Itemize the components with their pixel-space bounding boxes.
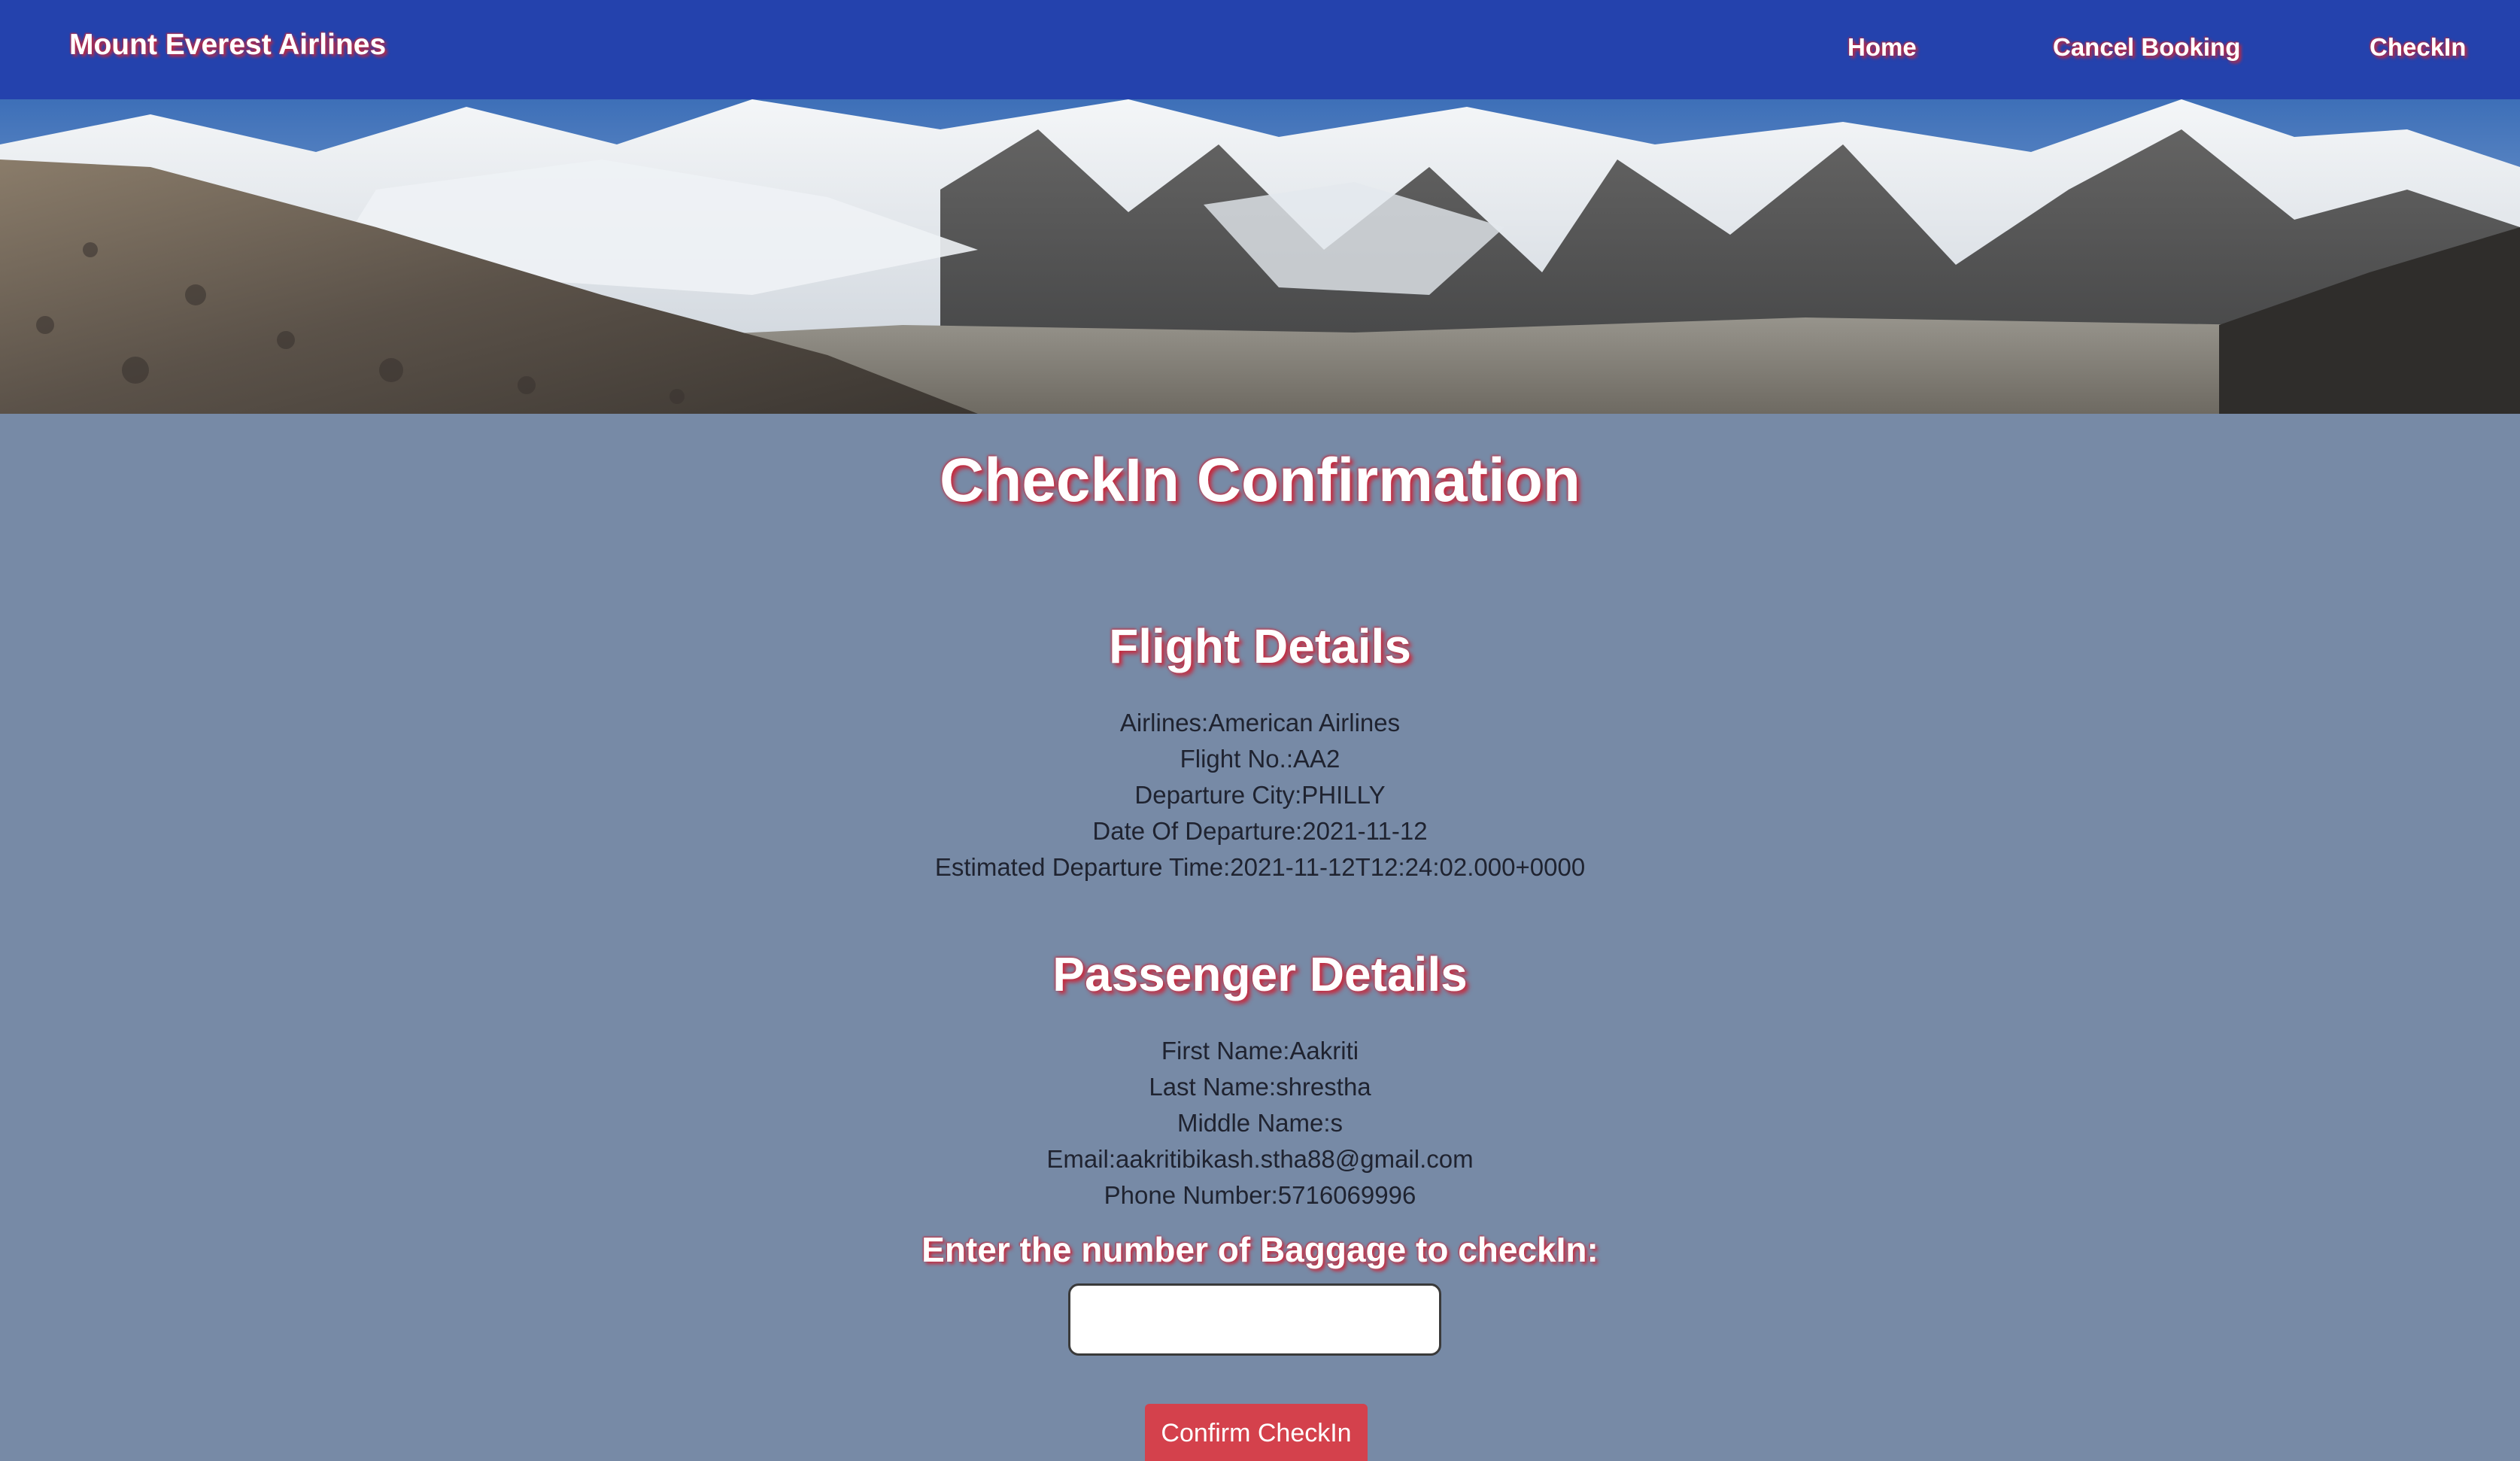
passenger-phone-line: Phone Number:5716069996 bbox=[1104, 1181, 1416, 1209]
passenger-middle-name-line: Middle Name:s bbox=[1177, 1109, 1343, 1137]
passenger-email-line: Email:aakritibikash.stha88@gmail.com bbox=[1046, 1145, 1474, 1173]
flight-departure-city-line: Departure City:PHILLY bbox=[1134, 781, 1386, 809]
flight-number-line: Flight No.:AA2 bbox=[1180, 745, 1340, 773]
confirm-checkin-button[interactable]: Confirm CheckIn bbox=[1145, 1404, 1368, 1461]
page-title: CheckIn Confirmation bbox=[940, 446, 1580, 515]
baggage-count-input[interactable] bbox=[1068, 1283, 1441, 1356]
top-navbar: Mount Everest Airlines Home Cancel Booki… bbox=[0, 0, 2520, 99]
flight-airline-line: Airlines:American Airlines bbox=[1119, 709, 1401, 737]
flight-departure-date-line: Date Of Departure:2021-11-12 bbox=[1092, 817, 1428, 845]
flight-details-heading: Flight Details bbox=[1109, 619, 1411, 673]
passenger-details-heading: Passenger Details bbox=[1052, 947, 1468, 1001]
passenger-last-name-line: Last Name:shrestha bbox=[1149, 1073, 1371, 1101]
brand-link[interactable]: Mount Everest Airlines bbox=[69, 29, 386, 62]
nav-cancel-booking-link[interactable]: Cancel Booking bbox=[2053, 33, 2240, 62]
mountain-banner-image bbox=[0, 99, 2520, 414]
nav-home-link[interactable]: Home bbox=[1847, 33, 1917, 62]
nav-checkin-link[interactable]: CheckIn bbox=[2370, 33, 2466, 62]
baggage-count-label: Enter the number of Baggage to checkIn: bbox=[921, 1230, 1599, 1269]
flight-departure-time-line: Estimated Departure Time:2021-11-12T12:2… bbox=[934, 853, 1586, 881]
passenger-first-name-line: First Name:Aakriti bbox=[1161, 1037, 1359, 1065]
